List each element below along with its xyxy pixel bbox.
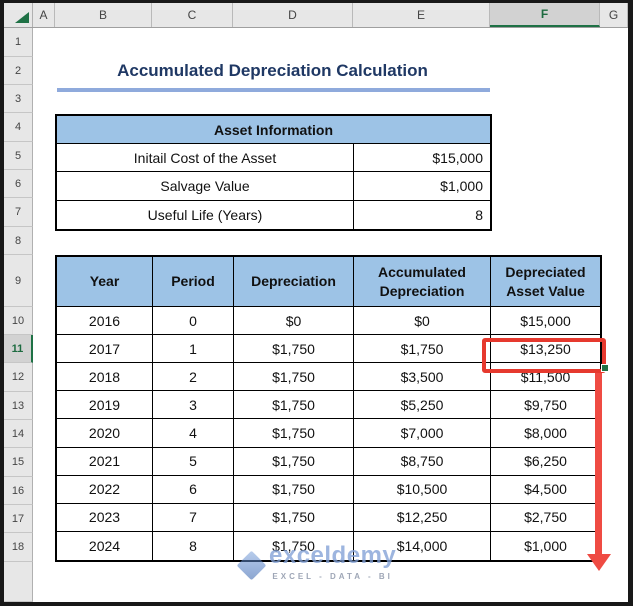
depreciation-column-header[interactable]: Accumulated Depreciation <box>354 257 491 307</box>
depreciation-cell[interactable]: $6,250 <box>491 448 600 476</box>
row-header-13[interactable]: 13 <box>4 392 33 420</box>
row-header-6[interactable]: 6 <box>4 170 33 198</box>
row-header-14[interactable]: 14 <box>4 420 33 448</box>
row-header-7[interactable]: 7 <box>4 198 33 227</box>
column-header-strip: ABCDEFG <box>4 3 628 28</box>
row-header-5[interactable]: 5 <box>4 142 33 170</box>
row-header-1[interactable]: 1 <box>4 28 33 57</box>
asset-info-value[interactable]: 8 <box>354 201 490 229</box>
depreciation-cell[interactable]: $1,750 <box>354 335 491 364</box>
column-header-c[interactable]: C <box>152 3 233 27</box>
row-header-3[interactable]: 3 <box>4 85 33 113</box>
depreciation-cell[interactable]: 5 <box>153 447 234 476</box>
asset-info-value[interactable]: $1,000 <box>354 172 490 201</box>
row-header-15[interactable]: 15 <box>4 448 33 477</box>
depreciation-cell[interactable]: $1,750 <box>234 503 354 532</box>
depreciation-cell[interactable]: $12,250 <box>354 503 491 532</box>
depreciation-cell[interactable]: $14,000 <box>354 531 491 560</box>
asset-info-table: Asset Information Initail Cost of the As… <box>55 114 492 231</box>
excel-window: ABCDEFG 1 2 3 4 5 6 7 8 9 10 11 12 13 14 15 16 17 18 Accu… <box>0 0 633 606</box>
row-header-11[interactable]: 11 <box>4 335 33 363</box>
fill-handle[interactable] <box>601 364 609 372</box>
depreciation-cell[interactable]: 3 <box>153 391 234 420</box>
row-header-9[interactable]: 9 <box>4 255 33 307</box>
depreciation-cell[interactable]: $0 <box>354 307 491 336</box>
depreciation-cell[interactable]: $15,000 <box>491 307 600 336</box>
depreciation-cell[interactable]: $1,750 <box>234 447 354 476</box>
asset-info-label[interactable]: Initail Cost of the Asset <box>57 144 354 173</box>
column-header-e[interactable]: E <box>353 3 490 27</box>
depreciation-cell[interactable]: 1 <box>153 335 234 364</box>
red-arrow-line <box>595 371 602 555</box>
row-header-8[interactable]: 8 <box>4 227 33 255</box>
title-underline <box>57 88 490 92</box>
depreciation-cell[interactable]: $8,000 <box>491 419 600 448</box>
select-all-triangle-icon <box>15 12 29 23</box>
depreciation-cell[interactable]: $1,750 <box>234 335 354 364</box>
depreciation-cell[interactable]: $1,750 <box>234 363 354 392</box>
depreciation-column-header[interactable]: Period <box>153 257 234 307</box>
depreciation-cell[interactable]: 2 <box>153 363 234 392</box>
asset-info-value[interactable]: $15,000 <box>354 144 490 173</box>
row-header-10[interactable]: 10 <box>4 307 33 335</box>
depreciation-cell[interactable]: 2021 <box>57 447 153 476</box>
column-header-g[interactable]: G <box>600 3 628 27</box>
depreciation-column-header[interactable]: Year <box>57 257 153 307</box>
depreciation-cell[interactable]: $3,500 <box>354 363 491 392</box>
depreciation-cell[interactable]: $4,500 <box>491 476 600 504</box>
depreciation-cell[interactable]: $1,750 <box>234 475 354 504</box>
depreciation-cell[interactable]: 6 <box>153 475 234 504</box>
row-header-17[interactable]: 17 <box>4 505 33 533</box>
depreciation-cell[interactable]: $5,250 <box>354 391 491 420</box>
depreciation-cell[interactable]: 2023 <box>57 503 153 532</box>
row-header-strip: 1 2 3 4 5 6 7 8 9 10 11 12 13 14 15 16 17 18 <box>4 28 33 602</box>
depreciation-cell[interactable]: 2016 <box>57 307 153 336</box>
depreciation-cell[interactable]: $10,500 <box>354 475 491 504</box>
depreciation-cell[interactable]: $1,750 <box>234 531 354 560</box>
row-header-16[interactable]: 16 <box>4 477 33 505</box>
worksheet-title: Accumulated Depreciation Calculation <box>117 61 428 80</box>
depreciation-cell[interactable]: $1,000 <box>491 532 600 560</box>
depreciation-cell[interactable]: 8 <box>153 531 234 560</box>
highlight-box-f11 <box>482 338 606 373</box>
depreciation-table: Year Period Depreciation Accumulated Deprec… <box>55 255 602 562</box>
asset-info-label[interactable]: Salvage Value <box>57 172 354 201</box>
depreciation-cell[interactable]: 2018 <box>57 363 153 392</box>
watermark-tagline: EXCEL - DATA - BI <box>272 572 393 581</box>
depreciation-cell[interactable]: 2020 <box>57 419 153 448</box>
row-header-4[interactable]: 4 <box>4 113 33 142</box>
depreciation-cell[interactable]: 2019 <box>57 391 153 420</box>
depreciation-cell[interactable]: $0 <box>234 307 354 336</box>
asset-info-label[interactable]: Useful Life (Years) <box>57 200 354 229</box>
red-arrow-head-icon <box>587 554 611 571</box>
depreciation-cell[interactable]: 7 <box>153 503 234 532</box>
column-header-d[interactable]: D <box>233 3 353 27</box>
select-all-button[interactable] <box>4 3 33 27</box>
column-header-a[interactable]: A <box>33 3 55 27</box>
asset-info-table-header-cell[interactable]: Asset Information <box>57 116 490 144</box>
depreciation-cell[interactable]: $1,750 <box>234 419 354 448</box>
depreciation-cell[interactable]: 0 <box>153 307 234 336</box>
depreciation-column-header[interactable]: Depreciated Asset Value <box>491 257 600 307</box>
depreciation-cell[interactable]: $9,750 <box>491 391 600 420</box>
depreciation-cell[interactable]: 2017 <box>57 335 153 364</box>
row-header-12[interactable]: 12 <box>4 363 33 392</box>
depreciation-cell[interactable]: $1,750 <box>234 391 354 420</box>
row-header-18[interactable]: 18 <box>4 533 33 562</box>
row-header-partial <box>4 562 33 602</box>
depreciation-cell[interactable]: $2,750 <box>491 504 600 532</box>
depreciation-cell[interactable]: $7,000 <box>354 419 491 448</box>
depreciation-cell[interactable]: $8,750 <box>354 447 491 476</box>
depreciation-cell[interactable]: 2022 <box>57 475 153 504</box>
depreciation-column-header[interactable]: Depreciation <box>234 257 354 307</box>
column-header-b[interactable]: B <box>55 3 152 27</box>
column-header-f[interactable]: F <box>490 3 600 27</box>
row-header-2[interactable]: 2 <box>4 57 33 85</box>
depreciation-cell[interactable]: 4 <box>153 419 234 448</box>
depreciation-cell[interactable]: 2024 <box>57 531 153 560</box>
